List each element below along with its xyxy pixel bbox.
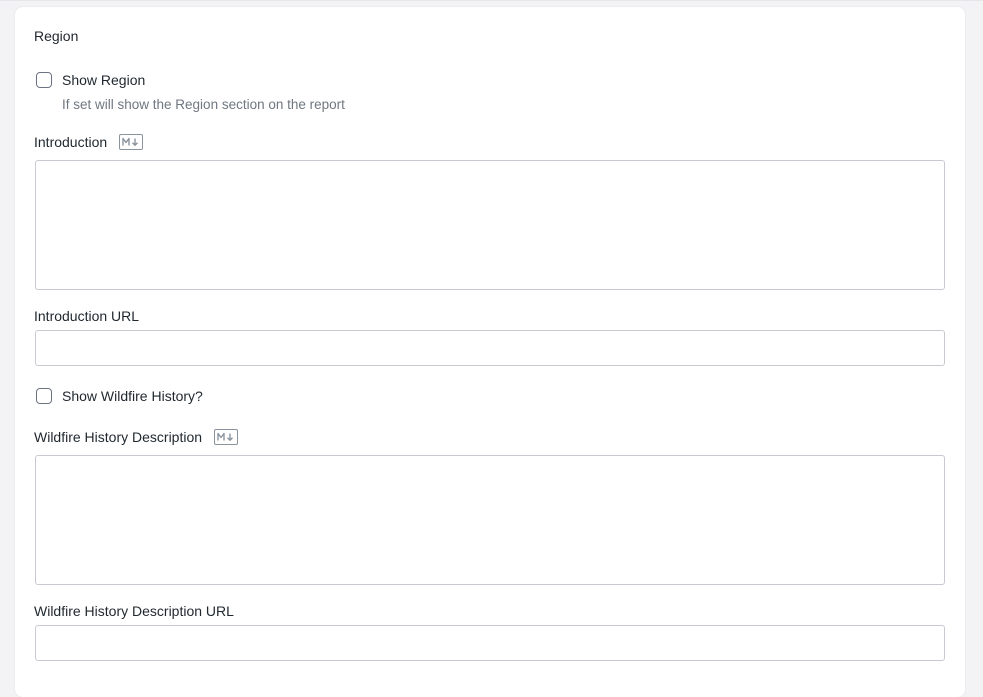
show-wildfire-history-label: Show Wildfire History? [62,388,203,404]
show-region-row[interactable]: Show Region [36,72,145,88]
introduction-label: Introduction [34,134,108,150]
introduction-url-label: Introduction URL [34,308,140,324]
show-region-help: If set will show the Region section on t… [62,97,345,112]
wildfire-history-description-url-input[interactable] [35,625,945,661]
wildfire-history-description-label: Wildfire History Description [34,429,203,445]
show-wildfire-history-row[interactable]: Show Wildfire History? [36,388,203,404]
show-wildfire-history-checkbox[interactable] [36,388,52,404]
section-title: Region [34,28,79,44]
introduction-label-row: Introduction [34,134,144,150]
markdown-icon [214,429,239,445]
introduction-url-input[interactable] [35,330,945,366]
show-region-label: Show Region [62,72,146,88]
wildfire-history-description-textarea[interactable] [35,455,945,585]
wildfire-history-description-label-row: Wildfire History Description [34,429,239,445]
markdown-icon [119,134,144,150]
top-divider [0,0,983,1]
show-region-checkbox[interactable] [36,72,52,88]
form-card: Region Show Region If set will show the … [15,7,965,697]
introduction-textarea[interactable] [35,160,945,290]
wildfire-history-description-url-label: Wildfire History Description URL [34,603,234,619]
